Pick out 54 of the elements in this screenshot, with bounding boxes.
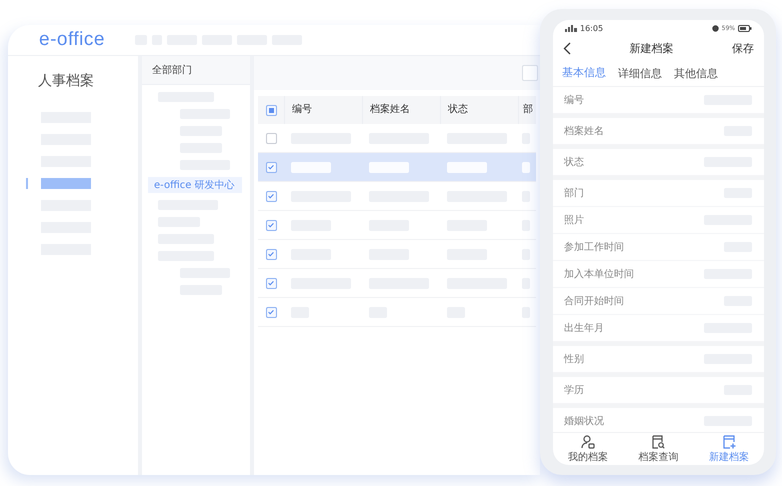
row-checkbox[interactable]: [266, 220, 276, 230]
module-title: 人事档案: [38, 72, 95, 90]
bottom-nav-item[interactable]: 我的档案: [568, 434, 608, 464]
field-label: 状态: [564, 156, 584, 169]
back-icon[interactable]: [563, 42, 571, 54]
logo: e-office: [39, 29, 105, 51]
skeleton-bar: [522, 162, 530, 172]
row-checkbox[interactable]: [266, 132, 276, 144]
row-checkbox[interactable]: [266, 248, 276, 260]
signal-icon: [565, 24, 577, 32]
field-label: 合同开始时间: [564, 294, 624, 308]
field-label: 加入本单位时间: [564, 268, 634, 281]
save-button[interactable]: 保存: [732, 40, 754, 56]
column-header: 状态: [440, 96, 518, 124]
skeleton-bar: [369, 162, 409, 172]
person-icon: [581, 434, 596, 448]
field-label: 学历: [564, 384, 584, 397]
check-icon: [267, 279, 275, 287]
tree-title: 全部部门: [152, 64, 192, 77]
field-label: 出生年月: [564, 322, 604, 335]
field-label: 婚姻状况: [564, 414, 604, 428]
active-indicator: [26, 178, 28, 189]
field-label: 照片: [564, 214, 584, 227]
column-header: 档案姓名: [362, 96, 440, 124]
column-header: 编号: [284, 96, 362, 124]
status-time: 16:05: [580, 24, 604, 32]
battery-icon: [738, 24, 752, 32]
field-label: 档案姓名: [564, 124, 604, 138]
skeleton-bar: [291, 162, 331, 172]
check-icon: [267, 250, 275, 258]
check-icon: [267, 221, 275, 229]
document-search-icon: [651, 434, 666, 448]
tab[interactable]: 详细信息: [618, 60, 662, 86]
page-title: 新建档案: [630, 40, 674, 56]
document-add-icon: [722, 434, 736, 448]
field-label: 部门: [564, 186, 584, 200]
field-label: 编号: [564, 94, 584, 107]
skeleton-bar: [447, 162, 487, 172]
row-checkbox[interactable]: [266, 162, 276, 172]
row-checkbox[interactable]: [266, 306, 276, 318]
field-label: 性别: [564, 352, 584, 366]
menu-item[interactable]: [41, 178, 91, 189]
table-row[interactable]: [258, 153, 536, 182]
toolbar-button[interactable]: [522, 65, 538, 81]
column-header: 部: [518, 96, 536, 124]
select-all-checkbox[interactable]: [266, 104, 276, 116]
check-icon: [267, 192, 275, 200]
field-label: 参加工作时间: [564, 240, 624, 254]
check-icon: [267, 163, 275, 171]
bottom-nav-item[interactable]: 档案查询: [638, 434, 678, 464]
check-icon: [267, 308, 275, 316]
row-checkbox[interactable]: [266, 278, 276, 288]
tab[interactable]: 其他信息: [674, 60, 718, 86]
row-checkbox[interactable]: [266, 190, 276, 202]
